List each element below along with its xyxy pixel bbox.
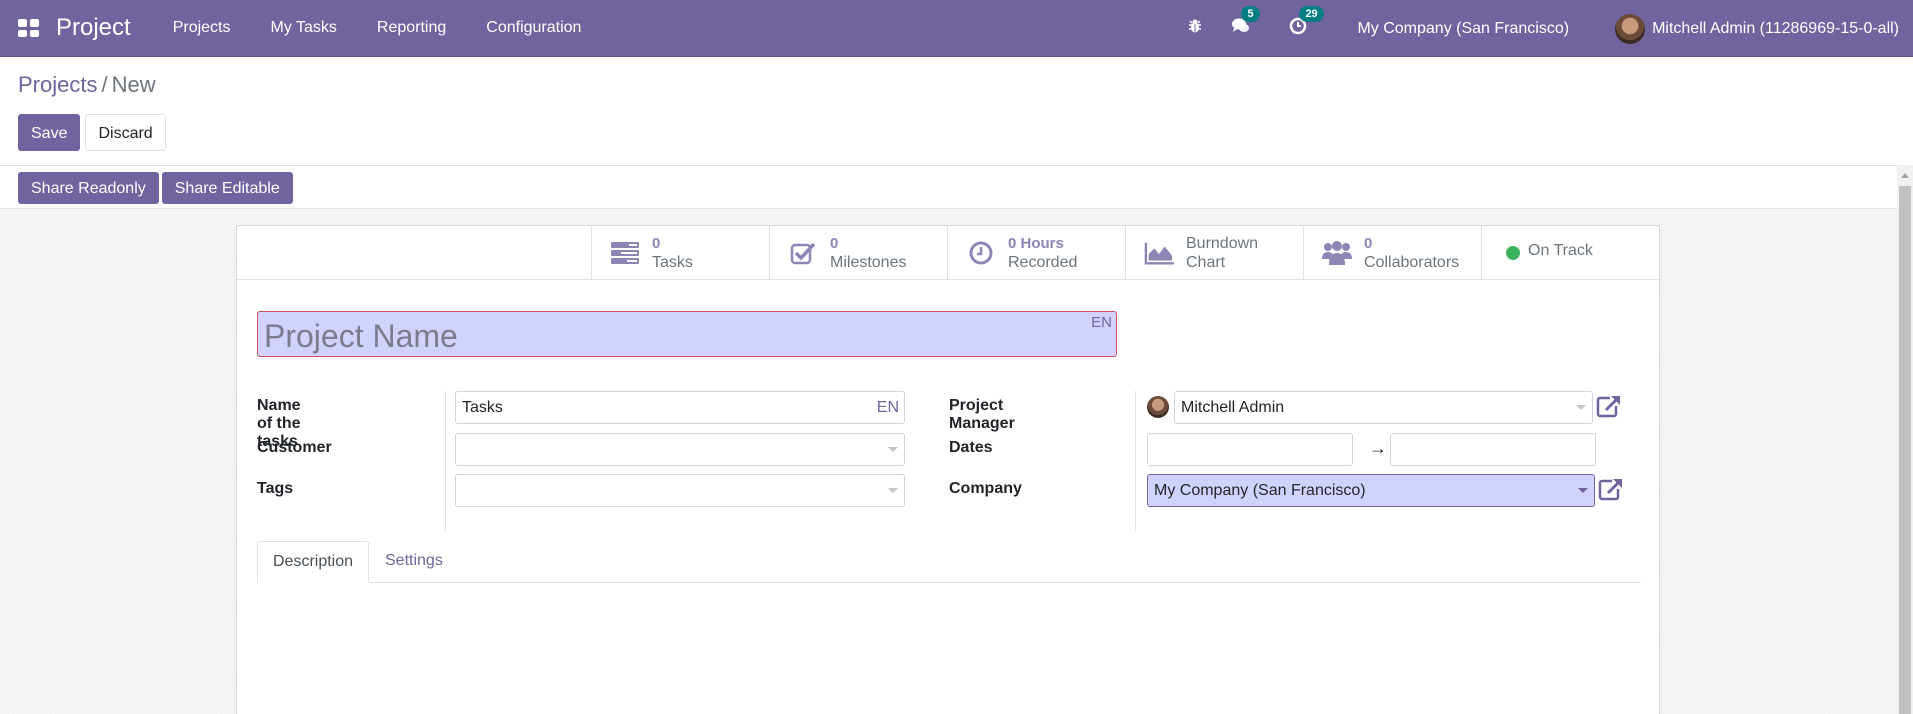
clock-icon <box>966 238 996 268</box>
company-dropdown-caret-icon <box>1578 488 1588 493</box>
area-chart-icon <box>1144 238 1174 268</box>
menu-configuration[interactable]: Configuration <box>466 19 601 37</box>
activities-badge: 29 <box>1299 6 1324 22</box>
chat-icon[interactable]: 5 <box>1231 6 1260 40</box>
form-sheet: 0 Tasks 0 Milestones 0 Hours Recorded Burnd… <box>236 225 1660 714</box>
breadcrumb-separator: / <box>101 72 108 97</box>
project-manager-value: Mitchell Admin <box>1181 399 1285 416</box>
tags-dropdown-caret-icon <box>888 488 898 493</box>
save-button[interactable]: Save <box>18 114 81 151</box>
user-avatar <box>1615 13 1646 44</box>
project-name-placeholder: Project Name <box>264 318 458 354</box>
hours-count: 0 Hours <box>1008 234 1064 252</box>
user-menu[interactable]: Mitchell Admin (11286969-15-0-all) <box>1615 13 1899 44</box>
status-dot-icon <box>1506 245 1520 260</box>
manager-avatar <box>1147 396 1169 418</box>
project-manager-label: Project Manager <box>949 397 1015 432</box>
customer-select[interactable] <box>455 433 905 466</box>
menu-my-tasks[interactable]: My Tasks <box>251 19 357 37</box>
task-name-input[interactable]: Tasks EN <box>455 391 905 424</box>
tasks-icon <box>610 238 640 268</box>
burndown-chart-button[interactable]: Burndown Chart <box>1125 226 1303 279</box>
milestones-count: 0 <box>830 234 839 252</box>
milestones-stat-button[interactable]: 0 Milestones <box>769 226 947 279</box>
messages-badge: 5 <box>1241 6 1260 22</box>
customer-label: Customer <box>257 439 332 456</box>
app-name[interactable]: Project <box>56 14 131 42</box>
scroll-up-arrow-icon[interactable] <box>1901 173 1909 178</box>
task-name-value: Tasks <box>462 399 503 416</box>
tasks-stat-button[interactable]: 0 Tasks <box>591 226 769 279</box>
tasks-label: Tasks <box>652 253 693 271</box>
tab-settings[interactable]: Settings <box>370 541 458 583</box>
tags-select[interactable] <box>455 474 905 507</box>
user-name: Mitchell Admin (11286969-15-0-all) <box>1652 19 1899 37</box>
share-readonly-button[interactable]: Share Readonly <box>18 172 159 204</box>
users-icon <box>1322 238 1352 268</box>
share-editable-button[interactable]: Share Editable <box>161 172 293 204</box>
breadcrumb-current: New <box>111 72 156 97</box>
tab-description[interactable]: Description <box>257 541 370 583</box>
start-date-input[interactable] <box>1147 433 1353 466</box>
app-menu-icon[interactable] <box>18 19 40 37</box>
project-status-button[interactable]: On Track <box>1481 226 1659 279</box>
manager-external-link-icon[interactable] <box>1596 394 1622 418</box>
status-label: On Track <box>1528 241 1593 259</box>
dates-label: Dates <box>949 439 993 456</box>
hours-label: Recorded <box>1008 253 1078 271</box>
breadcrumb: Projects / New <box>18 72 156 98</box>
form-control-buttons: Save Discard <box>18 114 166 151</box>
menu-projects[interactable]: Projects <box>153 19 251 37</box>
page-scrollbar[interactable] <box>1897 165 1913 714</box>
project-manager-select[interactable]: Mitchell Admin <box>1174 391 1593 424</box>
manager-dropdown-caret-icon <box>1576 405 1586 410</box>
date-range-arrow-icon: → <box>1369 438 1387 458</box>
translate-button[interactable]: EN <box>1091 314 1112 331</box>
customer-dropdown-caret-icon <box>888 447 898 452</box>
breadcrumb-projects[interactable]: Projects <box>18 72 97 97</box>
bug-icon[interactable] <box>1187 18 1203 39</box>
hours-recorded-stat-button[interactable]: 0 Hours Recorded <box>947 226 1125 279</box>
smart-button-box: 0 Tasks 0 Milestones 0 Hours Recorded Burnd… <box>237 226 1659 280</box>
notebook-tabs: Description Settings <box>257 541 1641 583</box>
company-select[interactable]: My Company (San Francisco) <box>1147 474 1595 507</box>
collaborators-stat-button[interactable]: 0 Collaborators <box>1303 226 1481 279</box>
check-square-icon <box>788 238 818 268</box>
tasks-count: 0 <box>652 234 661 252</box>
company-label: Company <box>949 480 1022 497</box>
company-external-link-icon[interactable] <box>1598 477 1624 501</box>
discard-button[interactable]: Discard <box>85 114 166 151</box>
menu-reporting[interactable]: Reporting <box>357 19 466 37</box>
tags-label: Tags <box>257 480 294 497</box>
burndown-label-2: Chart <box>1186 253 1226 271</box>
task-name-translate-button[interactable]: EN <box>877 392 899 423</box>
end-date-input[interactable] <box>1390 433 1596 466</box>
milestones-label: Milestones <box>830 253 907 271</box>
scrollbar-thumb[interactable] <box>1899 186 1911 714</box>
form-statusbar: Share Readonly Share Editable <box>0 165 1897 209</box>
collaborators-label: Collaborators <box>1364 253 1460 271</box>
company-switcher[interactable]: My Company (San Francisco) <box>1357 20 1569 38</box>
project-name-input[interactable]: Project Name EN <box>257 311 1117 357</box>
company-value: My Company (San Francisco) <box>1154 482 1366 499</box>
collaborators-count: 0 <box>1364 234 1373 252</box>
top-navbar: Project Projects My Tasks Reporting Conf… <box>0 0 1913 57</box>
burndown-label-1: Burndown <box>1186 234 1259 252</box>
activity-clock-icon[interactable]: 29 <box>1289 6 1324 40</box>
